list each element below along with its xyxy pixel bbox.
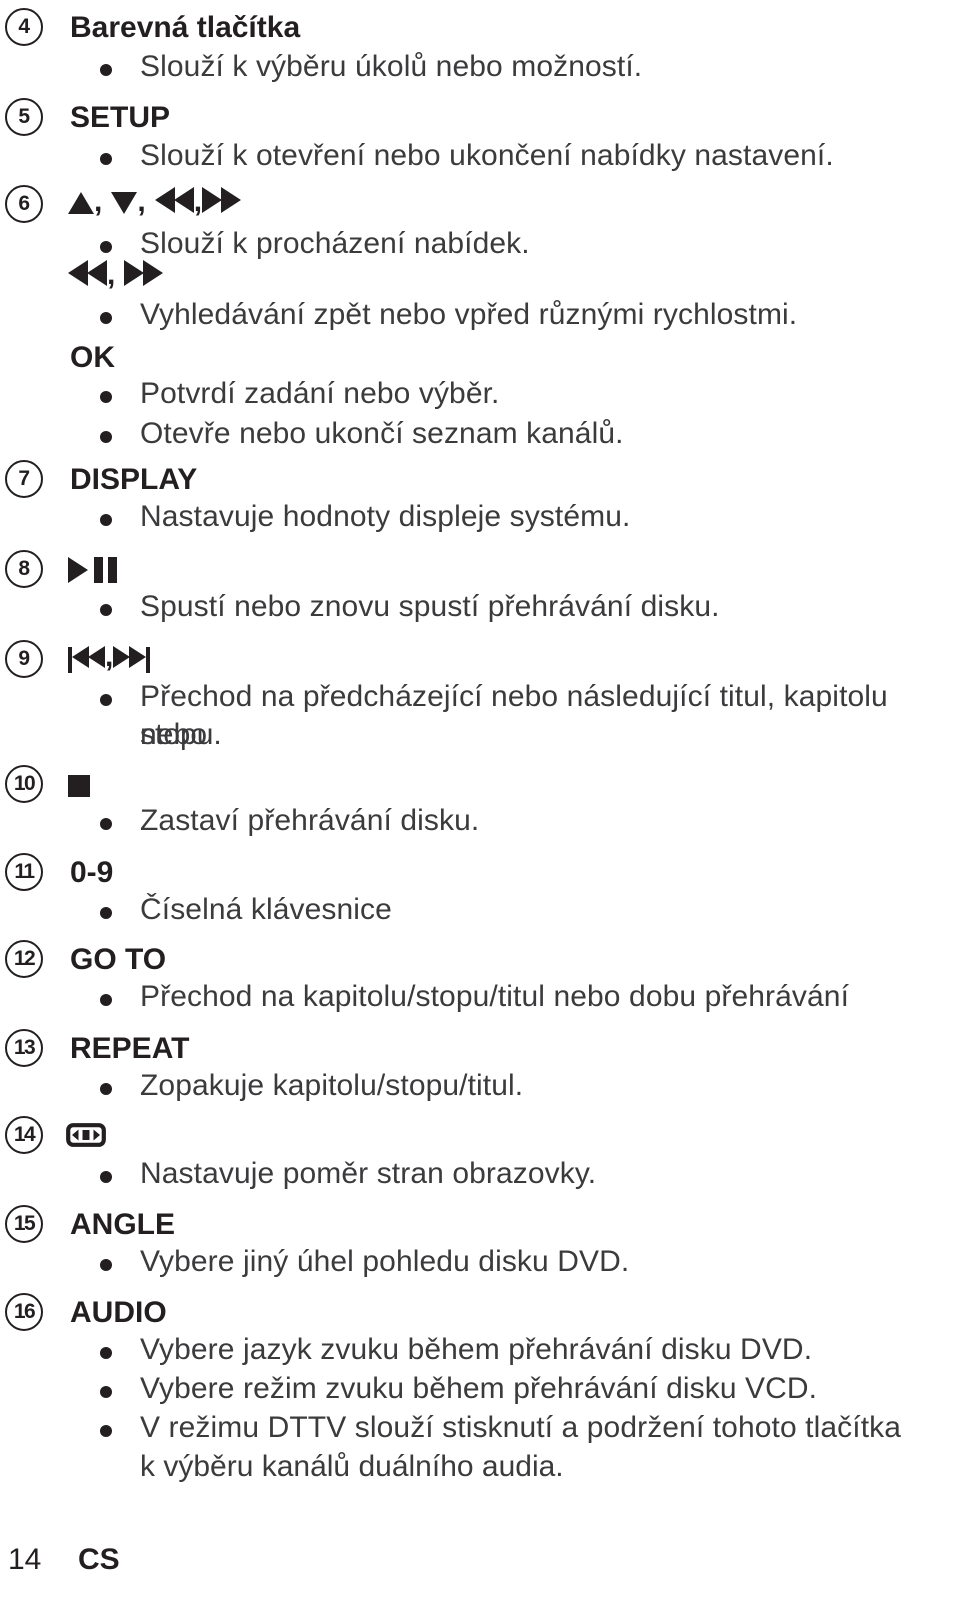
footer-page-number: 14 bbox=[8, 1543, 42, 1576]
bullet-dot bbox=[100, 1386, 112, 1398]
entry-number-5: 5 bbox=[5, 98, 43, 136]
bullet-text: Slouží k výběru úkolů nebo možností. bbox=[140, 50, 643, 83]
stop-icon bbox=[68, 774, 90, 797]
bullet-dot bbox=[100, 994, 112, 1006]
bullet-text: Slouží k procházení nabídek. bbox=[140, 227, 530, 260]
next-track-icon bbox=[113, 642, 151, 676]
entry-number-8: 8 bbox=[5, 550, 43, 588]
bullet-text: Nastavuje poměr stran obrazovky. bbox=[140, 1157, 597, 1190]
bullet-dot bbox=[100, 514, 112, 526]
entry-label-11: 0-9 bbox=[70, 856, 114, 889]
up-arrow-icon bbox=[68, 192, 94, 215]
entry-label-5: SETUP bbox=[70, 101, 171, 134]
entry-number-6: 6 bbox=[5, 185, 43, 223]
bullet-text-continuation: stopu. bbox=[140, 718, 222, 751]
bullet-dot bbox=[100, 694, 112, 706]
entry-number-11: 11 bbox=[5, 853, 43, 891]
bullet-text-continuation: k výběru kanálů duálního audia. bbox=[140, 1450, 564, 1483]
entry-label-15: ANGLE bbox=[70, 1208, 175, 1241]
footer-language-code: CS bbox=[78, 1543, 120, 1576]
rewind-icon bbox=[68, 259, 107, 294]
entry-number-7: 7 bbox=[5, 460, 43, 498]
entry-number-9: 9 bbox=[5, 640, 43, 678]
bullet-text: Slouží k otevření nebo ukončení nabídky … bbox=[140, 139, 834, 172]
entry-number-13: 13 bbox=[5, 1029, 43, 1067]
bullet-dot bbox=[100, 1425, 112, 1437]
play-pause-icon bbox=[68, 552, 117, 586]
bullet-text: Přechod na kapitolu/stopu/titul nebo dob… bbox=[140, 980, 850, 1013]
bullet-dot bbox=[100, 241, 112, 253]
entry-label-13: REPEAT bbox=[70, 1032, 190, 1065]
bullet-dot bbox=[100, 1083, 112, 1095]
entry-symbols-6-search: , bbox=[68, 258, 164, 294]
previous-track-icon bbox=[68, 642, 105, 676]
entry-symbols-6: ,,, bbox=[68, 185, 242, 221]
entry-number-14: 14 bbox=[5, 1116, 43, 1154]
aspect-ratio-icon bbox=[66, 1121, 106, 1157]
manual-page: 4 Barevná tlačítka Slouží k výběru úkolů… bbox=[0, 0, 960, 1597]
entry-label-ok: OK bbox=[70, 341, 115, 374]
entry-label-16: AUDIO bbox=[70, 1296, 167, 1329]
bullet-text: V režimu DTTV slouží stisknutí a podržen… bbox=[140, 1411, 902, 1444]
bullet-text: Otevře nebo ukončí seznam kanálů. bbox=[140, 417, 624, 450]
entry-symbols-9: , bbox=[68, 640, 151, 676]
entry-label-4: Barevná tlačítka bbox=[70, 11, 301, 44]
bullet-dot bbox=[100, 64, 112, 76]
entry-label-7: DISPLAY bbox=[70, 463, 198, 496]
bullet-dot bbox=[100, 312, 112, 324]
entry-label-12: GO TO bbox=[70, 943, 167, 976]
bullet-text: Vybere režim zvuku během přehrávání disk… bbox=[140, 1372, 818, 1405]
entry-symbols-10 bbox=[68, 767, 90, 801]
rewind-icon bbox=[154, 186, 194, 221]
entry-number-10: 10 bbox=[5, 765, 43, 803]
bullet-dot bbox=[100, 907, 112, 919]
entry-symbols-8 bbox=[68, 550, 117, 586]
bullet-text: Vybere jazyk zvuku během přehrávání disk… bbox=[140, 1333, 813, 1366]
bullet-text: Vyhledávání zpět nebo vpřed různými rych… bbox=[140, 298, 798, 331]
entry-number-4: 4 bbox=[5, 8, 43, 46]
bullet-text: Zopakuje kapitolu/stopu/titul. bbox=[140, 1069, 524, 1102]
entry-number-12: 12 bbox=[5, 940, 43, 978]
bullet-text: Číselná klávesnice bbox=[140, 893, 392, 926]
bullet-dot bbox=[100, 1259, 112, 1271]
entry-symbols-14 bbox=[66, 1120, 106, 1157]
entry-number-15: 15 bbox=[5, 1205, 43, 1243]
bullet-text: Nastavuje hodnoty displeje systému. bbox=[140, 500, 631, 533]
bullet-dot bbox=[100, 1347, 112, 1359]
bullet-dot bbox=[100, 818, 112, 830]
bullet-dot bbox=[100, 153, 112, 165]
bullet-dot bbox=[100, 604, 112, 616]
bullet-text: Potvrdí zadání nebo výběr. bbox=[140, 377, 500, 410]
fast-forward-icon bbox=[202, 186, 242, 221]
bullet-text: Vybere jiný úhel pohledu disku DVD. bbox=[140, 1245, 630, 1278]
fast-forward-icon bbox=[124, 259, 164, 294]
bullet-dot bbox=[100, 431, 112, 443]
entry-number-16: 16 bbox=[5, 1293, 43, 1331]
bullet-dot bbox=[100, 391, 112, 403]
down-arrow-icon bbox=[111, 192, 138, 215]
bullet-text: Zastaví přehrávání disku. bbox=[140, 804, 480, 837]
bullet-dot bbox=[100, 1171, 112, 1183]
bullet-text: Spustí nebo znovu spustí přehrávání disk… bbox=[140, 590, 720, 623]
